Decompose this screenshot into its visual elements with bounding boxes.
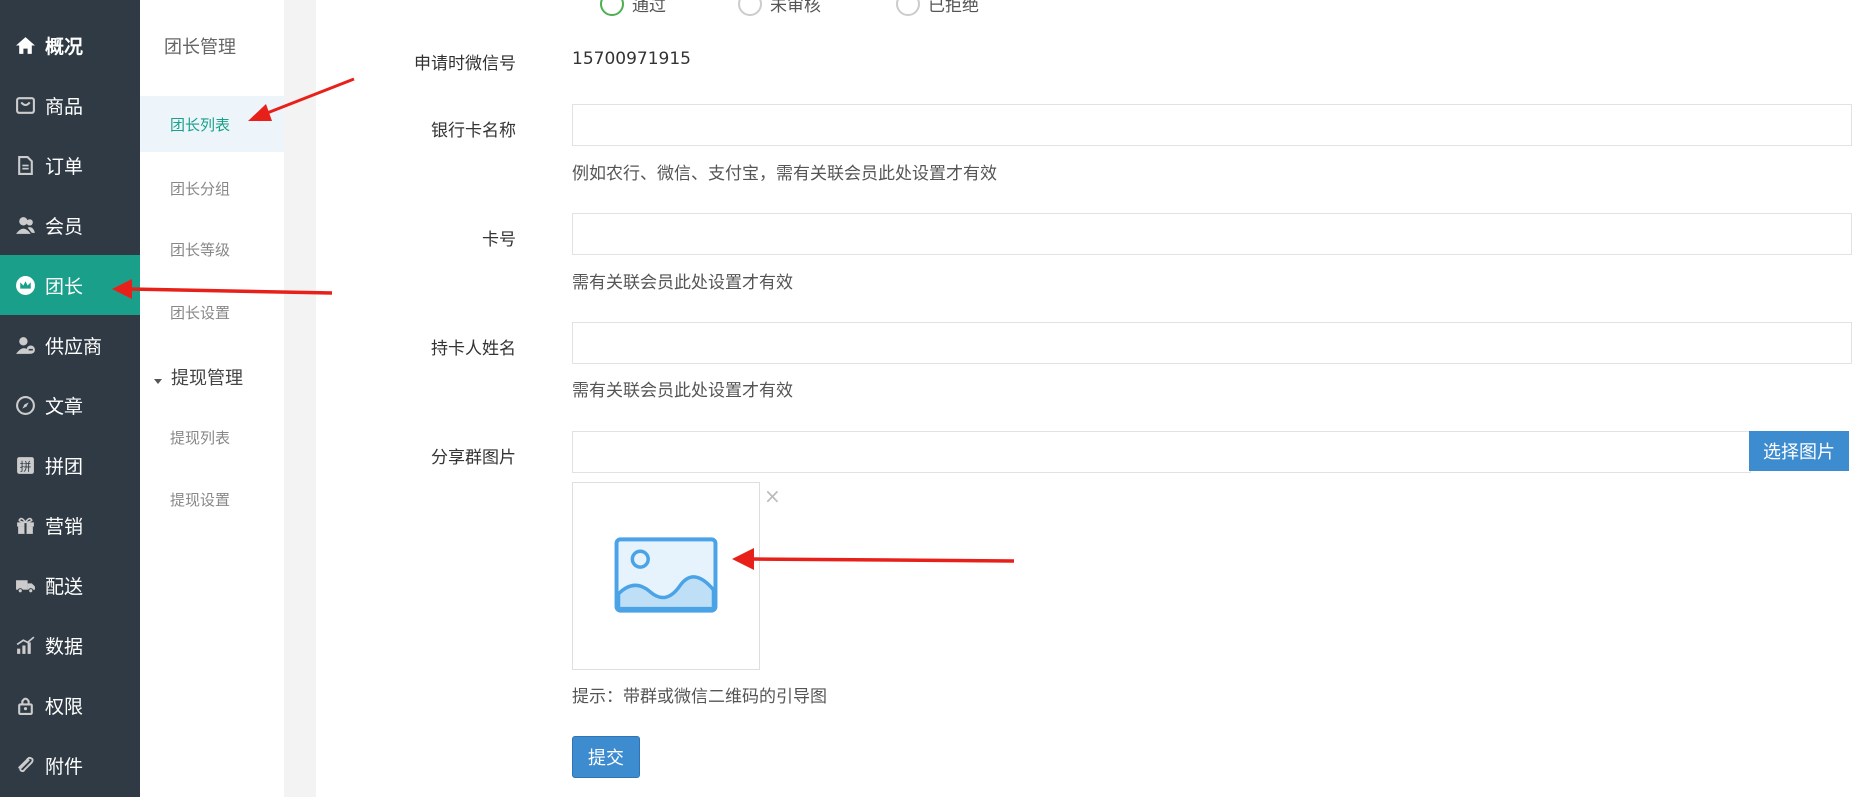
nav-item-label: 附件 [45, 755, 84, 778]
cardholder-hint: 需有关联会员此处设置才有效 [572, 381, 793, 401]
nav-item-delivery[interactable]: 配送 [0, 555, 140, 615]
nav-item-overview[interactable]: 概况 [0, 15, 140, 75]
nav-item-label: 商品 [45, 95, 84, 118]
chart-icon [14, 634, 36, 656]
wechat-value: 15700971915 [572, 49, 691, 69]
nav-item-label: 拼团 [45, 455, 84, 478]
submenu-item-withdraw-list[interactable]: 提现列表 [140, 409, 284, 465]
paperclip-icon [14, 754, 36, 776]
truck-icon [14, 574, 36, 596]
nav-item-group-buy[interactable]: 拼 拼团 [0, 435, 140, 495]
submenu-item-leader-levels[interactable]: 团长等级 [140, 221, 284, 277]
svg-text:拼: 拼 [19, 459, 31, 473]
submenu-item-leader-settings[interactable]: 团长设置 [140, 284, 284, 340]
nav-item-label: 会员 [45, 215, 84, 238]
document-icon [14, 154, 36, 176]
cardholder-label: 持卡人姓名 [431, 339, 516, 359]
sub-sidebar: 团长管理 团长列表 团长分组 团长等级 团长设置 提现管理 提现列表 提现设置 [140, 0, 284, 797]
card-number-hint: 需有关联会员此处设置才有效 [572, 273, 793, 293]
status-radio-approved[interactable] [600, 0, 624, 16]
nav-item-marketing[interactable]: 营销 [0, 495, 140, 555]
nav-item-label: 文章 [45, 395, 84, 418]
content-gutter [284, 0, 316, 797]
share-image-input[interactable] [572, 431, 1751, 473]
submenu-section-title: 团长管理 [164, 37, 236, 58]
card-number-label: 卡号 [482, 230, 516, 250]
nav-item-label: 供应商 [45, 335, 103, 358]
nav-item-orders[interactable]: 订单 [0, 135, 140, 195]
nav-item-attachments[interactable]: 附件 [0, 735, 140, 795]
main-sidebar: 概况 商品 订单 会员 团长 供应商 文章 拼 拼团 营销 配送 数据 权限 附… [0, 0, 140, 797]
nav-item-leaders[interactable]: 团长 [0, 255, 140, 315]
remove-image-icon[interactable]: × [764, 484, 781, 508]
bank-name-input[interactable] [572, 104, 1852, 146]
group-icon: 拼 [14, 454, 36, 476]
share-image-hint: 提示：带群或微信二维码的引导图 [572, 687, 827, 707]
submenu-section-withdraw[interactable]: 提现管理 [154, 364, 243, 390]
image-preview[interactable] [572, 482, 760, 670]
lock-icon [14, 694, 36, 716]
submenu-item-leader-list[interactable]: 团长列表 [140, 96, 284, 152]
gift-icon [14, 514, 36, 536]
status-radio-rejected[interactable] [896, 0, 920, 16]
card-number-input[interactable] [572, 213, 1852, 255]
submenu-item-leader-groups[interactable]: 团长分组 [140, 160, 284, 216]
share-image-label: 分享群图片 [431, 448, 516, 468]
cardholder-input[interactable] [572, 322, 1852, 364]
crown-icon [14, 274, 36, 296]
compass-icon [14, 394, 36, 416]
nav-item-label: 权限 [45, 695, 84, 718]
caret-down-icon [154, 379, 162, 384]
nav-item-data[interactable]: 数据 [0, 615, 140, 675]
bag-icon [14, 94, 36, 116]
wechat-label: 申请时微信号 [414, 54, 516, 74]
nav-item-articles[interactable]: 文章 [0, 375, 140, 435]
nav-item-suppliers[interactable]: 供应商 [0, 315, 140, 375]
nav-item-permissions[interactable]: 权限 [0, 675, 140, 735]
bank-name-label: 银行卡名称 [431, 121, 516, 141]
supplier-icon [14, 334, 36, 356]
status-radio-label: 未审核 [770, 0, 821, 16]
bank-name-hint: 例如农行、微信、支付宝，需有关联会员此处设置才有效 [572, 164, 997, 184]
nav-item-label: 配送 [45, 575, 84, 598]
nav-item-label: 团长 [45, 275, 84, 298]
select-image-button[interactable]: 选择图片 [1749, 431, 1849, 471]
submenu-item-withdraw-settings[interactable]: 提现设置 [140, 471, 284, 527]
image-placeholder-icon [614, 537, 718, 613]
nav-item-members[interactable]: 会员 [0, 195, 140, 255]
users-icon [14, 214, 36, 236]
nav-item-label: 订单 [45, 155, 84, 178]
status-radio-pending[interactable] [738, 0, 762, 16]
form-panel: 通过 未审核 已拒绝 申请时微信号 15700971915 银行卡名称 例如农行… [316, 0, 1868, 797]
home-icon [14, 34, 36, 56]
nav-item-label: 概况 [45, 35, 84, 58]
nav-item-products[interactable]: 商品 [0, 75, 140, 135]
nav-item-label: 营销 [45, 515, 84, 538]
submit-button[interactable]: 提交 [572, 736, 640, 778]
status-radio-label: 通过 [632, 0, 666, 16]
status-radio-label: 已拒绝 [928, 0, 979, 16]
nav-item-label: 数据 [45, 635, 84, 658]
